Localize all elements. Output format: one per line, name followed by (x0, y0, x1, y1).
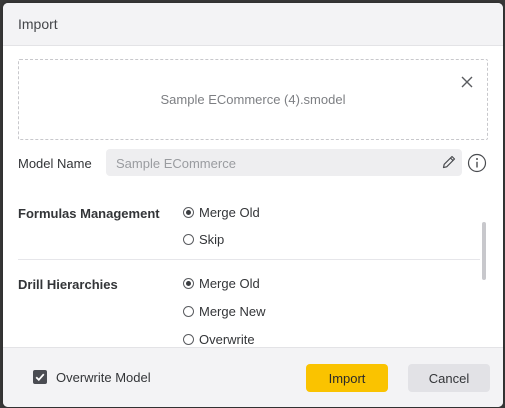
radio-label: Skip (199, 232, 225, 247)
drill-overwrite-radio[interactable]: Overwrite (183, 332, 255, 347)
formulas-management-label: Formulas Management (18, 206, 160, 221)
radio-label: Merge Old (199, 205, 260, 220)
radio-indicator (183, 278, 194, 289)
radio-label: Merge Old (199, 276, 260, 291)
drill-merge-old-radio[interactable]: Merge Old (183, 276, 260, 291)
radio-indicator (183, 306, 194, 317)
info-icon[interactable] (467, 153, 487, 173)
file-drop-zone[interactable]: Sample ECommerce (4).smodel (18, 59, 488, 140)
scrollbar[interactable] (482, 222, 486, 280)
import-button[interactable]: Import (306, 364, 388, 392)
formulas-skip-radio[interactable]: Skip (183, 232, 224, 247)
radio-indicator (183, 234, 194, 245)
radio-label: Merge New (199, 304, 266, 319)
close-icon[interactable] (459, 74, 475, 90)
dialog-header: Import (3, 3, 503, 46)
drill-merge-new-radio[interactable]: Merge New (183, 304, 265, 319)
section-divider (18, 259, 480, 260)
radio-label: Overwrite (199, 332, 255, 347)
drill-hierarchies-label: Drill Hierarchies (18, 277, 118, 292)
cancel-button[interactable]: Cancel (408, 364, 490, 392)
radio-indicator (183, 207, 194, 218)
model-name-label: Model Name (18, 156, 92, 171)
pencil-icon[interactable] (441, 154, 457, 170)
import-dialog: Import Sample ECommerce (4).smodel Model… (3, 3, 503, 407)
radio-indicator (183, 334, 194, 345)
model-name-value: Sample ECommerce (116, 156, 236, 171)
formulas-merge-old-radio[interactable]: Merge Old (183, 205, 260, 220)
overwrite-model-label: Overwrite Model (56, 370, 151, 385)
model-name-field[interactable]: Sample ECommerce (106, 149, 462, 176)
overwrite-model-checkbox[interactable] (33, 370, 47, 384)
check-icon (35, 373, 45, 382)
dialog-title: Import (18, 16, 58, 32)
file-name: Sample ECommerce (4).smodel (160, 92, 346, 107)
